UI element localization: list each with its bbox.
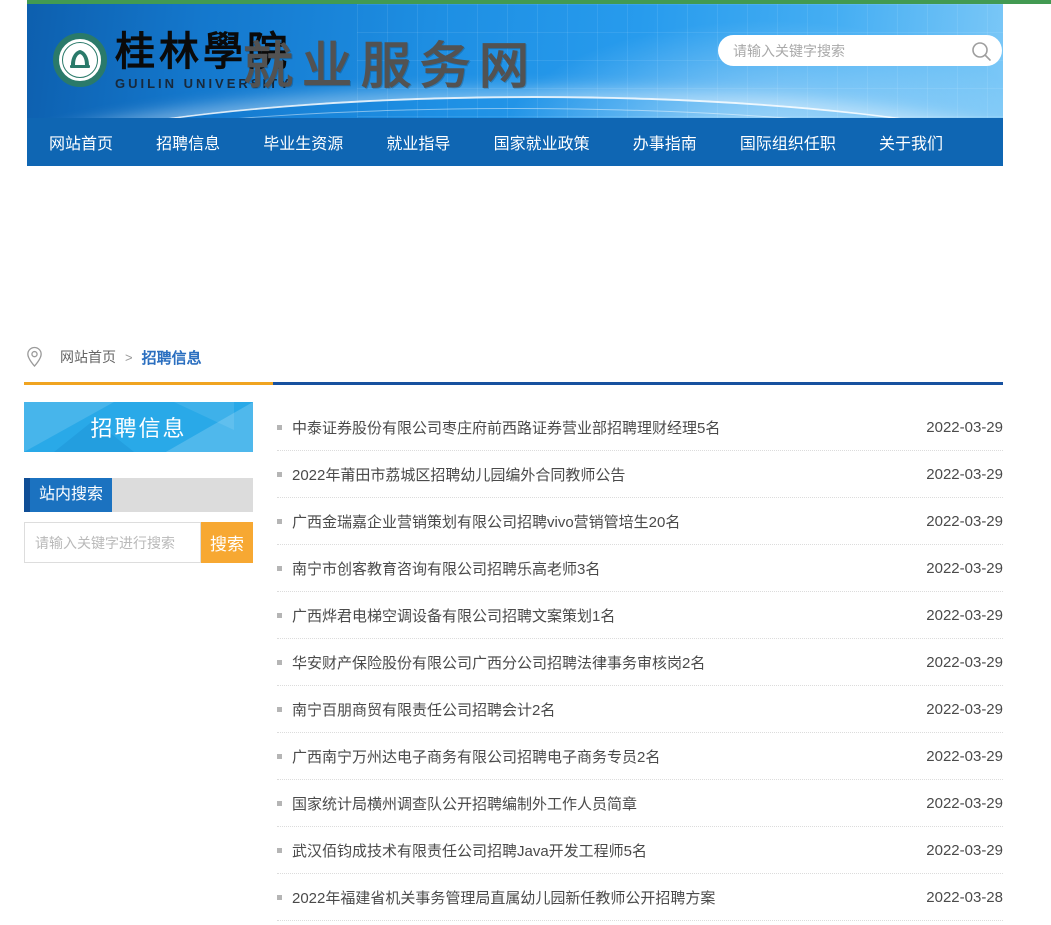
magnifier-icon[interactable] [970,40,992,62]
breadcrumb-current-link[interactable]: 招聘信息 [142,347,202,368]
sidebar-search-form: 搜索 [24,522,253,563]
page: 桂林學院 GUILIN UNIVERSITY 就业服务网 网站首页招聘信息毕业生… [0,0,1051,925]
job-date: 2022-03-29 [926,654,1003,671]
nav-item-6[interactable]: 国际组织任职 [740,130,836,154]
job-list-item: 南宁市创客教育咨询有限公司招聘乐高老师3名 2022-03-29 [277,545,1003,592]
job-list-item: 国家统计局横州调查队公开招聘编制外工作人员简章 2022-03-29 [277,780,1003,827]
sidebar-section-header: 招聘信息 [24,402,253,452]
job-date: 2022-03-29 [926,701,1003,718]
breadcrumb-separator: > [125,350,133,365]
nav-item-2[interactable]: 毕业生资源 [263,130,343,154]
square-bullet-icon [277,895,282,900]
location-pin-icon [25,345,44,369]
square-bullet-icon [277,660,282,665]
job-title-link[interactable]: 广西烨君电梯空调设备有限公司招聘文案策划1名 [292,605,906,626]
job-title-link[interactable]: 国家统计局横州调查队公开招聘编制外工作人员简章 [292,793,906,814]
nav-item-5[interactable]: 办事指南 [633,130,697,154]
job-date: 2022-03-29 [926,795,1003,812]
job-list-item: 中泰证券股份有限公司枣庄府前西路证券营业部招聘理财经理5名 2022-03-29 [277,404,1003,451]
job-date: 2022-03-29 [926,607,1003,624]
job-title-link[interactable]: 华安财产保险股份有限公司广西分公司招聘法律事务审核岗2名 [292,652,906,673]
job-list-item: 广西烨君电梯空调设备有限公司招聘文案策划1名 2022-03-29 [277,592,1003,639]
job-list-item: 华安财产保险股份有限公司广西分公司招聘法律事务审核岗2名 2022-03-29 [277,639,1003,686]
job-title-link[interactable]: 广西金瑞嘉企业营销策划有限公司招聘vivo营销管培生20名 [292,511,906,532]
job-list-item: 2022年福建省机关事务管理局直属幼儿园新任教师公开招聘方案 2022-03-28 [277,874,1003,921]
job-title-link[interactable]: 南宁百朋商贸有限责任公司招聘会计2名 [292,699,906,720]
sidebar-section-title: 招聘信息 [90,411,186,443]
breadcrumb-home-link[interactable]: 网站首页 [60,347,116,367]
nav-item-4[interactable]: 国家就业政策 [494,130,590,154]
university-seal-icon [53,33,107,87]
job-list-item: 武汉佰钧成技术有限责任公司招聘Java开发工程师5名 2022-03-29 [277,827,1003,874]
job-title-link[interactable]: 广西南宁万州达电子商务有限公司招聘电子商务专员2名 [292,746,906,767]
job-title-link[interactable]: 中泰证券股份有限公司枣庄府前西路证券营业部招聘理财经理5名 [292,417,906,438]
sidebar-search-input[interactable] [24,522,201,563]
site-title: 就业服务网 [243,26,538,98]
square-bullet-icon [277,707,282,712]
site-search-tab[interactable]: 站内搜索 [24,478,112,512]
header-search-box[interactable] [718,35,1002,66]
nav-item-7[interactable]: 关于我们 [879,130,943,154]
job-title-link[interactable]: 2022年莆田市荔城区招聘幼儿园编外合同教师公告 [292,464,906,485]
job-list-item: 南宁百朋商贸有限责任公司招聘会计2名 2022-03-29 [277,686,1003,733]
job-date: 2022-03-29 [926,560,1003,577]
main-nav: 网站首页 招聘信息 毕业生资源 就业指导 国家就业政策 办事指南 国际组织任职 关于我们 [27,118,1003,166]
job-title-link[interactable]: 南宁市创客教育咨询有限公司招聘乐高老师3名 [292,558,906,579]
job-date: 2022-03-29 [926,466,1003,483]
square-bullet-icon [277,754,282,759]
job-list-item: 2022年莆田市荔城区招聘幼儿园编外合同教师公告 2022-03-29 [277,451,1003,498]
job-date: 2022-03-29 [926,419,1003,436]
divider-navy-segment [273,382,1003,385]
square-bullet-icon [277,472,282,477]
job-date: 2022-03-29 [926,842,1003,859]
nav-item-3[interactable]: 就业指导 [386,130,450,154]
square-bullet-icon [277,519,282,524]
sidebar-search-label-bar: 站内搜索 [24,478,253,512]
nav-item-1[interactable]: 招聘信息 [156,130,220,154]
header-search-input[interactable] [733,43,970,59]
job-list-item: 广西南宁万州达电子商务有限公司招聘电子商务专员2名 2022-03-29 [277,733,1003,780]
square-bullet-icon [277,801,282,806]
breadcrumb: 网站首页 > 招聘信息 [25,344,202,370]
job-list: 中泰证券股份有限公司枣庄府前西路证券营业部招聘理财经理5名2022-03-292… [277,404,1003,921]
site-banner: 桂林學院 GUILIN UNIVERSITY 就业服务网 [27,4,1003,118]
job-date: 2022-03-29 [926,513,1003,530]
sidebar-search-button[interactable]: 搜索 [201,522,253,563]
divider-orange-segment [24,382,273,385]
job-title-link[interactable]: 武汉佰钧成技术有限责任公司招聘Java开发工程师5名 [292,840,906,861]
square-bullet-icon [277,425,282,430]
job-title-link[interactable]: 2022年福建省机关事务管理局直属幼儿园新任教师公开招聘方案 [292,887,906,908]
job-date: 2022-03-29 [926,748,1003,765]
square-bullet-icon [277,566,282,571]
job-date: 2022-03-28 [926,889,1003,906]
square-bullet-icon [277,613,282,618]
square-bullet-icon [277,848,282,853]
nav-item-0[interactable]: 网站首页 [49,130,113,154]
job-list-item: 广西金瑞嘉企业营销策划有限公司招聘vivo营销管培生20名 2022-03-29 [277,498,1003,545]
